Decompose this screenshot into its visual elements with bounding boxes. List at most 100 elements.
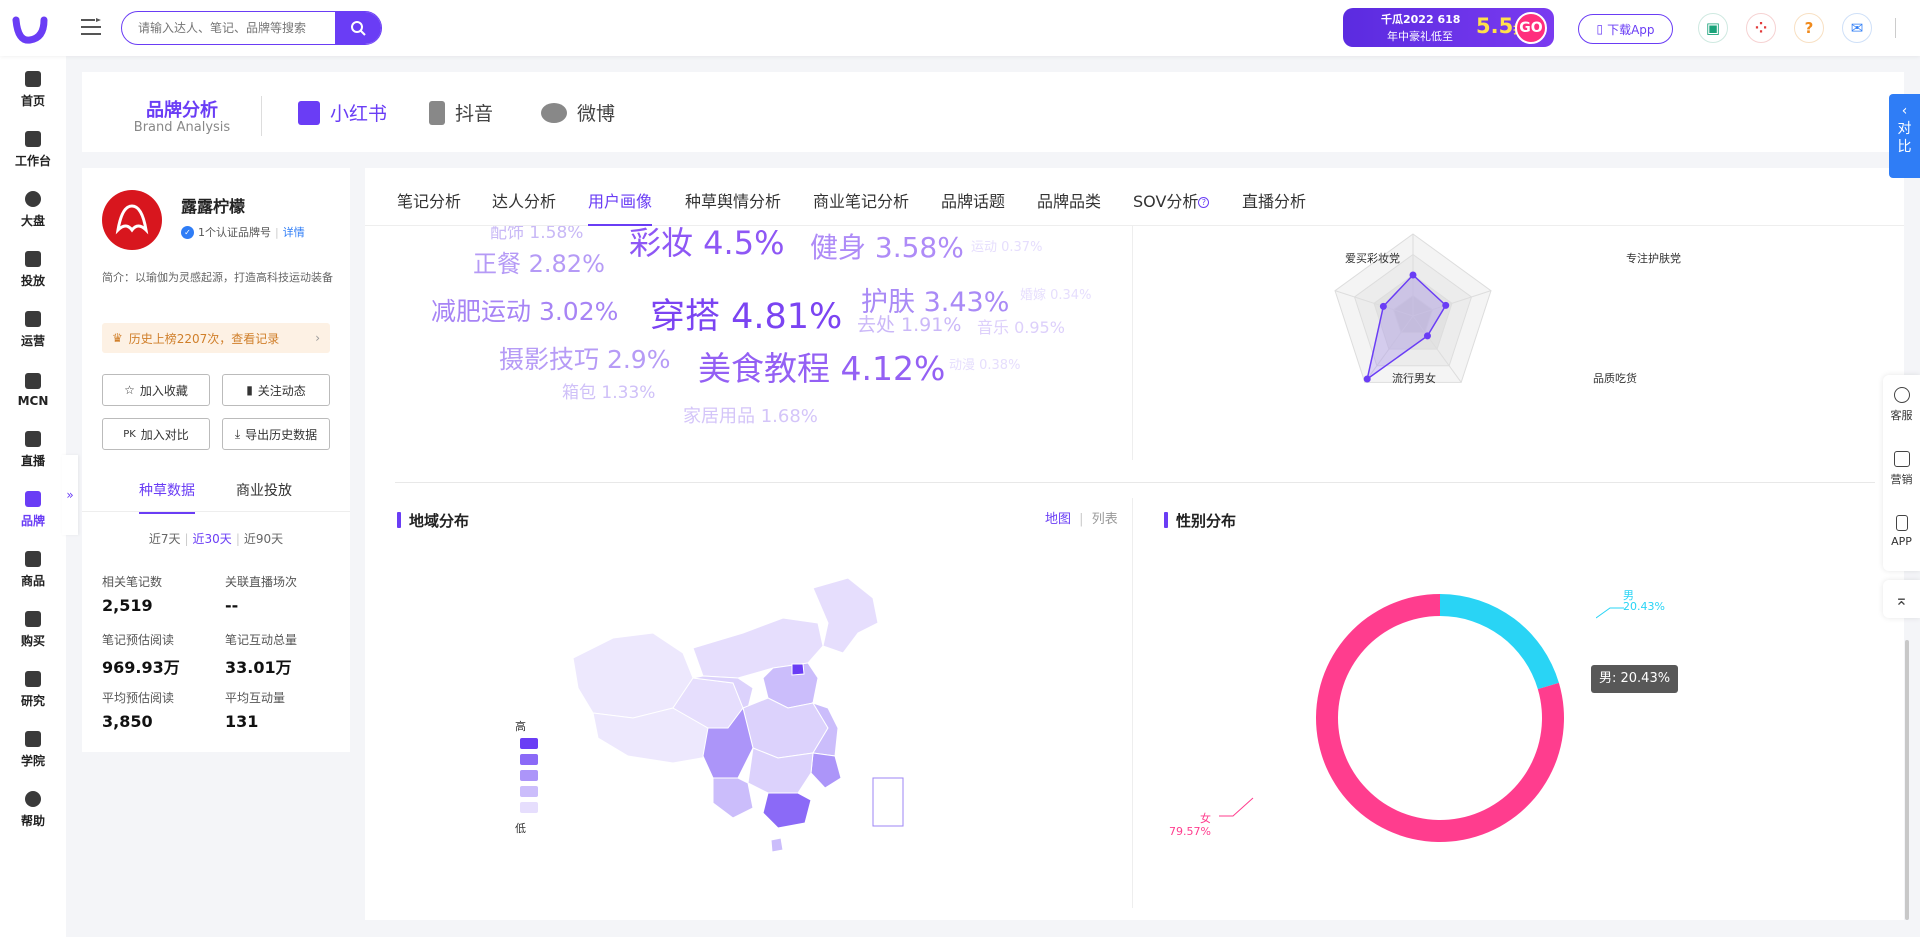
sidebar-item-brand[interactable]: 品牌 — [0, 484, 66, 536]
dock-label: 营销 — [1890, 473, 1913, 486]
brand-cert: ✓ 1个认证品牌号 | 详情 — [181, 224, 305, 240]
range-7d[interactable]: 近7天 — [149, 532, 181, 546]
cloud-word: 彩妆 4.5% — [629, 226, 785, 262]
sidebar-item-help[interactable]: 帮助 — [0, 784, 66, 836]
tab-commercial-notes[interactable]: 商业笔记分析 — [813, 188, 909, 212]
tab-notes[interactable]: 笔记分析 — [397, 188, 461, 212]
map-region-beijing — [791, 663, 805, 676]
phone-icon — [1895, 515, 1908, 531]
cloud-word: 音乐 0.95% — [977, 318, 1065, 337]
brand-avatar — [102, 190, 162, 250]
sidebar-label: 品牌 — [20, 514, 45, 528]
tab-live-analysis[interactable]: 直播分析 — [1242, 188, 1306, 212]
promo-banner[interactable]: 千瓜2022 618 年中豪礼低至 5.5折 GO — [1343, 8, 1554, 47]
search-button[interactable] — [335, 12, 381, 44]
message-icon[interactable]: ✉ — [1842, 13, 1872, 43]
stat-label: 笔记预估阅读 — [102, 633, 175, 647]
radar-label: 品质吃货 — [1593, 372, 1637, 385]
toggle-list[interactable]: 列表 — [1092, 512, 1118, 527]
sidebar-item-goods[interactable]: 商品 — [0, 544, 66, 596]
stat-live: 关联直播场次 -- — [225, 573, 297, 615]
chevron-left-icon: ‹ — [1901, 103, 1908, 119]
mcn-icon — [25, 372, 41, 389]
stat-reads: 笔记预估阅读 969.93万 — [102, 631, 180, 678]
pie-icon — [25, 191, 41, 207]
sidebar-item-mcn[interactable]: MCN — [0, 364, 66, 416]
scrollbar[interactable] — [1905, 640, 1909, 920]
banner-go-button[interactable]: GO — [1515, 12, 1547, 44]
cloud-word: 美食教程 4.12% — [698, 349, 946, 388]
cert-detail-link[interactable]: 详情 — [283, 224, 305, 240]
gender-donut-chart — [1316, 594, 1564, 842]
sidebar-item-operations[interactable]: 运营 — [0, 304, 66, 356]
add-compare-button[interactable]: PK 加入对比 — [102, 418, 210, 450]
flask-icon — [25, 671, 41, 687]
sidebar-item-academy[interactable]: 学院 — [0, 724, 66, 776]
cloud-word: 穿搭 4.81% — [650, 297, 843, 337]
help-icon[interactable]: ? — [1794, 13, 1824, 43]
platform-tab-weibo[interactable]: 微博 — [541, 99, 615, 126]
sidebar-item-purchase[interactable]: 购买 — [0, 604, 66, 656]
star-icon: ☆ — [124, 383, 135, 397]
stat-value: 33.01万 — [225, 658, 292, 677]
back-to-top-button[interactable]: ⌅ — [1883, 580, 1920, 618]
divider — [1895, 18, 1896, 38]
range-30d[interactable]: 近30天 — [193, 532, 232, 546]
app-button[interactable]: APP — [1883, 515, 1920, 548]
tab-seeding-data[interactable]: 种草数据 — [139, 480, 195, 514]
history-ranking-button[interactable]: ♛ 历史上榜2207次，查看记录 › — [102, 323, 330, 353]
pk-icon: PK — [123, 428, 136, 440]
compare-label: 对比 — [1897, 121, 1912, 155]
search-input[interactable] — [122, 12, 335, 44]
help-circle-icon — [25, 791, 41, 807]
marketing-button[interactable]: 营销 — [1883, 451, 1920, 487]
sidebar-label: 研究 — [20, 694, 45, 708]
tab-commercial[interactable]: 商业投放 — [236, 480, 292, 500]
sidebar-item-workbench[interactable]: 工作台 — [0, 124, 66, 176]
stat-value: 3,850 — [102, 712, 153, 731]
follow-updates-button[interactable]: ▮ 关注动态 — [222, 374, 330, 406]
tab-brand-categories[interactable]: 品牌品类 — [1037, 188, 1101, 212]
brand-info-panel: 露露柠檬 ✓ 1个认证品牌号 | 详情 简介：以瑜伽为灵感起源，打造高科技运动装… — [82, 168, 350, 752]
sidebar-expand-button[interactable]: » — [62, 455, 78, 535]
sidebar-item-home[interactable]: 首页 — [0, 64, 66, 116]
legend-swatch — [520, 754, 538, 765]
headset-icon — [1893, 387, 1910, 403]
book-icon — [298, 100, 320, 125]
range-90d[interactable]: 近90天 — [244, 532, 283, 546]
toggle-map[interactable]: 地图 — [1045, 512, 1071, 527]
compare-drawer-button[interactable]: ‹ 对比 — [1889, 94, 1920, 178]
add-favorite-button[interactable]: ☆ 加入收藏 — [102, 374, 210, 406]
logo-icon[interactable] — [12, 12, 48, 44]
sidebar-label: 首页 — [20, 94, 45, 108]
divider — [1132, 226, 1133, 460]
tab-sentiment[interactable]: 种草舆情分析 — [685, 188, 781, 212]
sidebar-item-ads[interactable]: 投放 — [0, 244, 66, 296]
legend-swatch — [520, 802, 538, 813]
tab-brand-topics[interactable]: 品牌话题 — [941, 188, 1005, 212]
gift-icon[interactable]: ▣ — [1698, 13, 1728, 43]
divider — [395, 482, 1875, 483]
download-icon: ⤓ — [234, 426, 241, 441]
customer-service-button[interactable]: 客服 — [1883, 387, 1920, 423]
export-history-button[interactable]: ⤓ 导出历史数据 — [222, 418, 330, 450]
tab-influencers[interactable]: 达人分析 — [492, 188, 556, 212]
tab-sov[interactable]: SOV分析? — [1133, 188, 1210, 212]
tab-user-profile[interactable]: 用户画像 — [588, 188, 653, 226]
sidebar-item-dashboard[interactable]: 大盘 — [0, 184, 66, 236]
platform-tab-xiaohongshu[interactable]: 小红书 — [298, 99, 387, 126]
sidebar-item-live[interactable]: 直播 — [0, 424, 66, 476]
apps-icon[interactable]: ⁘ — [1746, 13, 1776, 43]
cloud-word: 运动 0.37% — [971, 240, 1043, 255]
map-region-southwest — [712, 777, 754, 819]
button-label: 关注动态 — [257, 383, 306, 398]
crown-icon: ♛ — [112, 331, 123, 345]
menu-toggle-icon[interactable] — [80, 16, 102, 38]
sidebar-label: 帮助 — [20, 814, 45, 828]
platform-tab-douyin[interactable]: 抖音 — [429, 99, 493, 126]
button-label: 加入收藏 — [139, 383, 188, 398]
question-icon[interactable]: ? — [1198, 197, 1210, 208]
sidebar-item-research[interactable]: 研究 — [0, 664, 66, 716]
cloud-word: 家居用品 1.68% — [683, 406, 818, 427]
download-app-button[interactable]: ▯ 下载App — [1578, 14, 1673, 44]
